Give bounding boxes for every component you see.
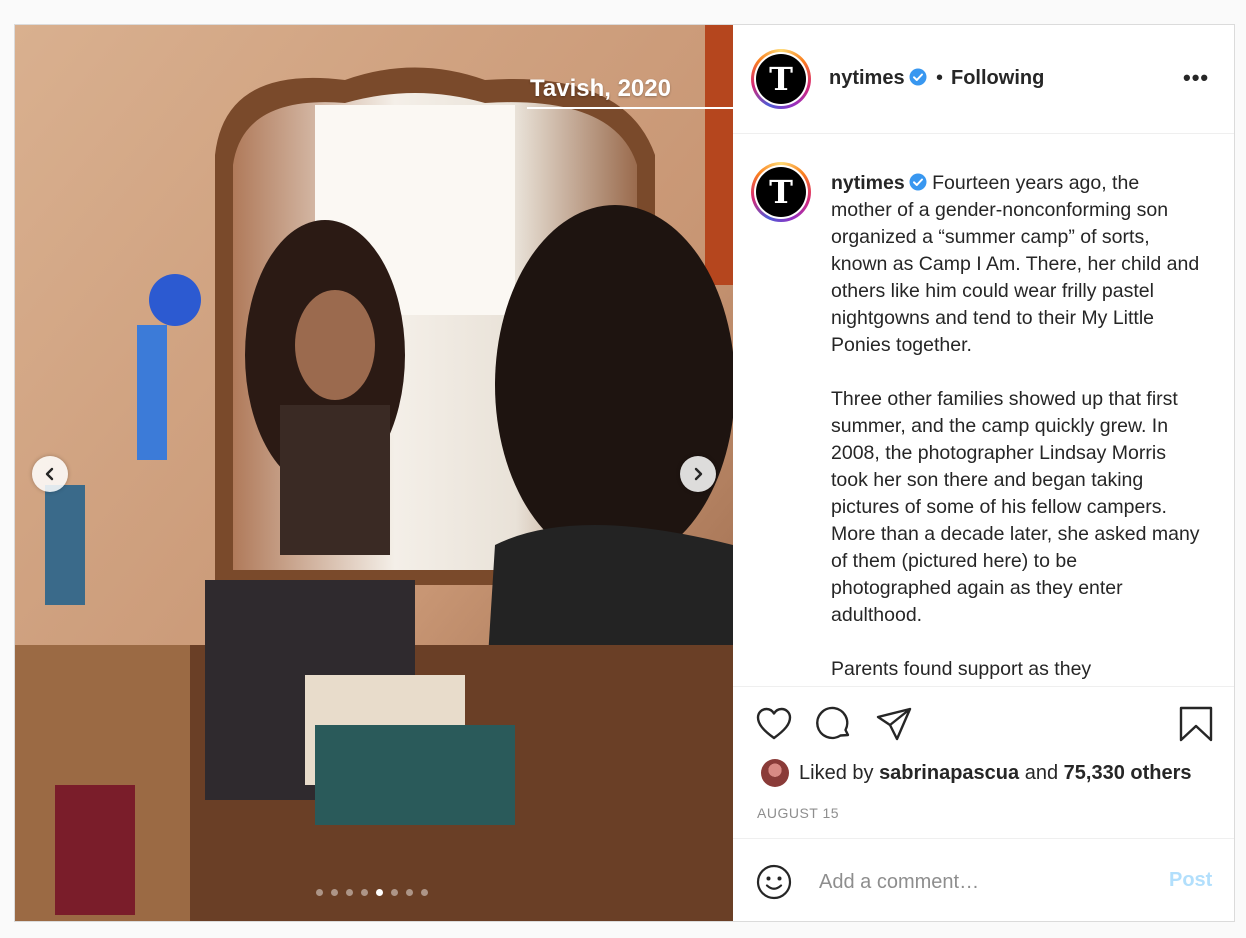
author-avatar[interactable]: T xyxy=(751,49,811,109)
header-separator: • xyxy=(936,67,944,89)
nytimes-logo: T xyxy=(756,167,806,217)
carousel-dot xyxy=(376,889,383,896)
caption-username[interactable]: nytimes xyxy=(831,172,905,194)
bookmark-icon[interactable] xyxy=(1177,705,1215,743)
caption-author-avatar[interactable]: T xyxy=(751,162,811,222)
post-date[interactable]: AUGUST 15 xyxy=(757,805,839,821)
media-overlay-caption: Tavish, 2020 xyxy=(530,75,671,102)
following-button[interactable]: Following xyxy=(951,67,1044,90)
post-header: T nytimes • Following ••• xyxy=(733,25,1234,134)
chevron-left-icon xyxy=(45,467,54,481)
paper-plane-icon[interactable] xyxy=(875,705,913,743)
liker-username[interactable]: sabrinapascua xyxy=(879,762,1019,785)
post-media-carousel[interactable]: Tavish, 2020 xyxy=(15,25,733,921)
instagram-post: Tavish, 2020 T nytimes • Following ••• T xyxy=(14,24,1235,922)
post-actions: Liked by sabrinapascua and 75,330 others… xyxy=(733,686,1234,839)
carousel-dot xyxy=(316,889,323,896)
carousel-dot xyxy=(421,889,428,896)
author-username[interactable]: nytimes xyxy=(829,67,927,90)
carousel-indicator xyxy=(316,889,428,896)
more-options-icon[interactable]: ••• xyxy=(1183,65,1209,91)
emoji-icon[interactable] xyxy=(755,863,793,901)
add-comment-bar: Post xyxy=(733,838,1234,922)
likes-conj: and xyxy=(1024,761,1059,784)
comments-section[interactable]: T nytimes Fourteen years ago, the mother… xyxy=(733,134,1234,686)
carousel-dot xyxy=(346,889,353,896)
media-overlay-rule xyxy=(527,107,733,109)
liker-avatar[interactable] xyxy=(761,759,789,787)
caption-paragraph-2: Three other families showed up that firs… xyxy=(831,388,1200,626)
carousel-dot xyxy=(391,889,398,896)
caption-paragraph: nytimes Fourteen years ago, the mother o… xyxy=(831,170,1201,359)
post-caption: nytimes Fourteen years ago, the mother o… xyxy=(831,170,1201,686)
caption-paragraph-1: Fourteen years ago, the mother of a gend… xyxy=(831,172,1200,356)
author-username-text[interactable]: nytimes xyxy=(829,67,905,89)
post-comment-button[interactable]: Post xyxy=(1169,869,1212,892)
carousel-next-button[interactable] xyxy=(680,456,716,492)
post-sidebar: T nytimes • Following ••• T nytimes Four… xyxy=(733,25,1234,921)
carousel-dot xyxy=(331,889,338,896)
comment-input[interactable] xyxy=(817,867,1151,897)
post-photo xyxy=(15,25,733,921)
likes-count[interactable]: 75,330 others xyxy=(1064,762,1192,785)
nytimes-logo: T xyxy=(756,54,806,104)
carousel-dot xyxy=(361,889,368,896)
carousel-prev-button[interactable] xyxy=(32,456,68,492)
verified-badge-icon xyxy=(909,68,927,86)
chevron-right-icon xyxy=(694,467,703,481)
comment-bubble-icon[interactable] xyxy=(815,705,853,743)
likes-prefix: Liked by xyxy=(799,761,874,784)
caption-paragraph-3: Parents found support as they xyxy=(831,658,1092,680)
carousel-dot xyxy=(406,889,413,896)
likes-summary: Liked by sabrinapascua and 75,330 others xyxy=(761,759,1192,787)
verified-badge-icon xyxy=(909,173,927,191)
heart-icon[interactable] xyxy=(755,705,793,743)
